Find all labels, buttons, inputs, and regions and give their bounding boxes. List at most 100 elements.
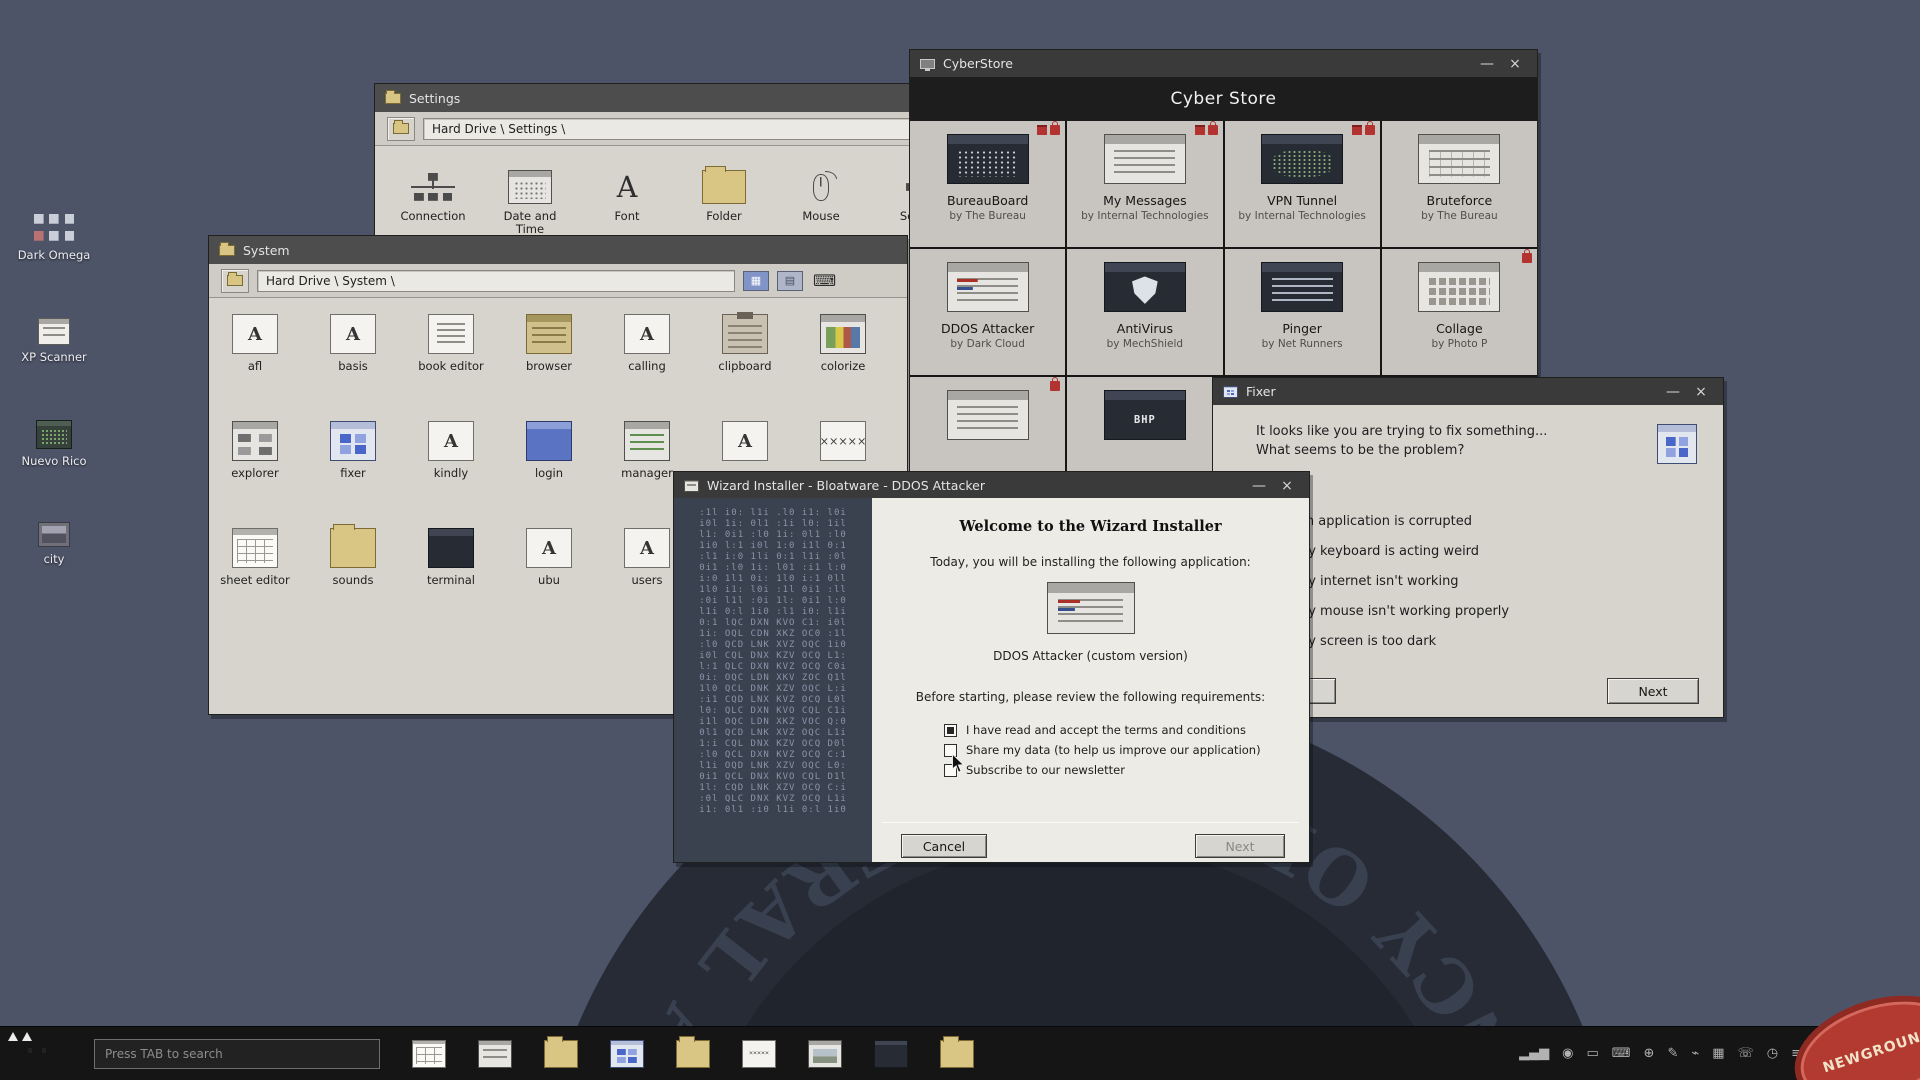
keyboard-icon[interactable]: ⌨ [813, 271, 836, 290]
next-button[interactable]: Next [1195, 834, 1285, 858]
wizard-review-text: Before starting, please review the follo… [872, 690, 1309, 704]
system-item-ubu[interactable]: ubu [509, 528, 589, 587]
wizard-titlebar[interactable]: Wizard Installer - Bloatware - DDOS Atta… [674, 472, 1309, 499]
system-titlebar[interactable]: System [209, 236, 907, 264]
ascii-art: :1l i0: l1i .l0 i1: l0i i0l 1i: 0l1 :1i … [674, 498, 872, 816]
search-input[interactable] [94, 1039, 380, 1069]
desktop-icon-dark-omega[interactable]: Dark Omega [8, 212, 100, 262]
terminal-icon [428, 528, 474, 568]
signal-icon[interactable]: ▂▄▆ [1519, 1046, 1549, 1061]
desktop-icon-label: city [44, 552, 65, 566]
photo-icon [808, 1040, 842, 1068]
network-icon[interactable]: ⊕ [1644, 1046, 1655, 1061]
close-button[interactable]: × [1275, 476, 1299, 496]
item-label: colorize [821, 360, 866, 373]
desktop-icon-city[interactable]: city [8, 522, 100, 566]
settings-item-date-time[interactable]: Date and Time [490, 170, 570, 236]
system-item-kindly[interactable]: kindly [411, 421, 491, 480]
minimize-button[interactable]: — [1475, 54, 1499, 74]
taskbar-app-folder-2[interactable] [676, 1040, 710, 1068]
system-item-calling[interactable]: calling [607, 314, 687, 373]
checkbox-newsletter[interactable]: Subscribe to our newsletter [944, 763, 1125, 777]
taskbar-app-photos[interactable] [808, 1040, 842, 1068]
settings-item-font[interactable]: Font [587, 170, 667, 236]
folder-up-button[interactable] [221, 269, 249, 293]
taskbar-app-password[interactable] [742, 1040, 776, 1068]
cyberstore-titlebar[interactable]: CyberStore — × [910, 50, 1537, 77]
battery-icon[interactable]: ▭ [1586, 1046, 1598, 1061]
item-label: terminal [427, 574, 475, 587]
store-tile-bureauboard[interactable]: BureauBoard by The Bureau [910, 121, 1065, 247]
view-grid-button[interactable]: ▦ [743, 271, 769, 291]
uninstall-badge [1037, 125, 1047, 135]
system-item-browser[interactable]: browser [509, 314, 589, 373]
system-item-fixer[interactable]: fixer [313, 421, 393, 480]
power-icon[interactable]: ⌁ [1691, 1046, 1699, 1061]
desktop: FEDERAL AGENCY OF DEFENSE ★ FEDERAL AGEN… [0, 0, 1920, 1080]
app-publisher: by Net Runners [1262, 338, 1343, 350]
phone-icon[interactable]: ☏ [1737, 1046, 1753, 1061]
system-item-terminal[interactable]: terminal [411, 528, 491, 587]
password-icon [742, 1040, 776, 1068]
store-tile-ddos-attacker[interactable]: DDOS Attacker by Dark Cloud [910, 249, 1065, 375]
installer-icon [684, 480, 699, 492]
item-label: users [631, 574, 662, 587]
system-item-sheet-editor[interactable]: sheet editor [215, 528, 295, 587]
next-button[interactable]: Next [1607, 678, 1699, 704]
app-name: BureauBoard [947, 193, 1028, 208]
system-item-afl[interactable]: afl [215, 314, 295, 373]
view-list-button[interactable]: ▤ [777, 271, 803, 291]
clock-icon[interactable]: ◷ [1767, 1046, 1778, 1061]
taskbar-app-folder-1[interactable] [544, 1040, 578, 1068]
folder-up-button[interactable] [387, 117, 415, 141]
address-bar[interactable]: Hard Drive \ System \ [257, 270, 735, 292]
store-tile-vpn-tunnel[interactable]: VPN Tunnel by Internal Technologies [1225, 121, 1380, 247]
system-item-login[interactable]: login [509, 421, 589, 480]
system-item-basis[interactable]: basis [313, 314, 393, 373]
pen-icon[interactable]: ✎ [1667, 1046, 1678, 1061]
system-item-clipboard[interactable]: clipboard [705, 314, 785, 373]
system-item-colorize[interactable]: colorize [803, 314, 883, 373]
app-name: Bruteforce [1427, 193, 1493, 208]
system-item-sounds[interactable]: sounds [313, 528, 393, 587]
minimize-button[interactable]: — [1247, 476, 1271, 496]
store-tile-collage[interactable]: Collage by Photo P [1382, 249, 1537, 375]
fixer-intro: It looks like you are trying to fix some… [1256, 422, 1547, 460]
cancel-button[interactable]: Cancel [901, 834, 987, 858]
store-tile-my-messages[interactable]: My Messages by Internal Technologies [1067, 121, 1222, 247]
close-button[interactable]: × [1689, 382, 1713, 402]
terms-checkbox[interactable] [944, 724, 957, 737]
fixer-titlebar[interactable]: Fixer — × [1213, 378, 1723, 405]
checkbox-share-data[interactable]: Share my data (to help us improve our ap… [944, 743, 1261, 757]
item-label: book editor [418, 360, 484, 373]
wizard-content: Welcome to the Wizard Installer Today, y… [872, 498, 1309, 862]
system-item-book-editor[interactable]: book editor [411, 314, 491, 373]
desktop-icon-xp-scanner[interactable]: XP Scanner [8, 318, 100, 364]
taskbar-app-sheet-editor[interactable] [412, 1040, 446, 1068]
item-label: clipboard [718, 360, 771, 373]
close-button[interactable]: × [1503, 54, 1527, 74]
store-tile-bruteforce[interactable]: Bruteforce by The Bureau [1382, 121, 1537, 247]
taskbar-app-terminal[interactable] [874, 1040, 908, 1068]
taskbar-app-folder-3[interactable] [940, 1040, 974, 1068]
city-icon [38, 522, 70, 547]
fixer-icon [610, 1040, 644, 1068]
settings-item-mouse[interactable]: Mouse [781, 170, 861, 236]
checkbox-label: I have read and accept the terms and con… [966, 723, 1246, 737]
system-item-explorer[interactable]: explorer [215, 421, 295, 480]
taskbar-app-fixer[interactable] [610, 1040, 644, 1068]
store-tile-antivirus[interactable]: AntiVirus by MechShield [1067, 249, 1222, 375]
folder-icon [676, 1040, 710, 1068]
checkbox-terms[interactable]: I have read and accept the terms and con… [944, 723, 1246, 737]
settings-item-connection[interactable]: Connection [393, 170, 473, 236]
apps-grid-icon[interactable]: ▦ [1712, 1046, 1724, 1061]
keyboard-icon[interactable]: ⌨ [1612, 1046, 1631, 1061]
desktop-icon-nuevo-rico[interactable]: Nuevo Rico [8, 420, 100, 468]
taskbar-app-window[interactable] [478, 1040, 512, 1068]
minimize-button[interactable]: — [1661, 382, 1685, 402]
item-label: fixer [340, 467, 366, 480]
settings-item-folder[interactable]: Folder [684, 170, 764, 236]
app-name: AntiVirus [1117, 321, 1173, 336]
store-tile-pinger[interactable]: Pinger by Net Runners [1225, 249, 1380, 375]
record-icon[interactable]: ◉ [1562, 1046, 1573, 1061]
